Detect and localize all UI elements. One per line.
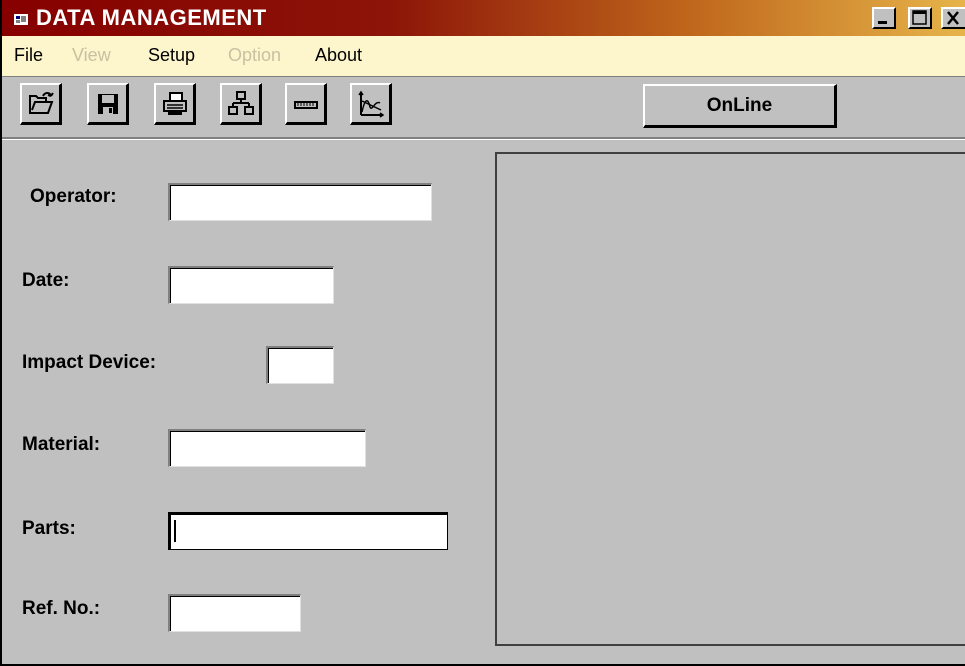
graph-icon [358,90,385,118]
title-bar[interactable]: DATA MANAGEMENT [2,0,965,36]
menu-option[interactable]: Option [228,45,281,66]
ref-no-label: Ref. No.: [22,598,101,619]
operator-label: Operator: [30,186,117,207]
minimize-button[interactable] [872,7,896,29]
date-label: Date: [22,270,70,291]
app-window: DATA MANAGEMENT File View Setup Option A… [0,0,965,666]
material-label: Material: [22,434,101,455]
online-button[interactable]: OnLine [643,84,837,128]
menu-about[interactable]: About [315,45,362,66]
close-button[interactable] [941,7,965,29]
minimize-icon [878,21,887,24]
ref-no-input[interactable] [168,594,301,632]
maximize-button[interactable] [908,7,932,29]
save-button[interactable] [87,83,129,125]
parts-label: Parts: [22,518,76,539]
graph-button[interactable] [350,83,392,125]
save-disk-icon [98,94,118,114]
printer-icon [163,92,187,115]
operator-input[interactable] [168,183,432,221]
menu-setup[interactable]: Setup [148,45,195,66]
window-title: DATA MANAGEMENT [36,5,267,30]
ruler-icon [294,101,318,109]
menu-view[interactable]: View [72,45,111,66]
material-input[interactable] [168,429,366,467]
toolbar-divider [2,137,965,140]
impact-device-label: Impact Device: [22,352,157,373]
display-panel [495,152,965,646]
menu-file[interactable]: File [14,45,43,66]
open-folder-icon [29,92,54,114]
parts-input[interactable] [168,512,448,550]
impact-device-input[interactable] [266,346,334,384]
toolbar: OnLine [2,77,965,137]
maximize-icon [912,10,927,25]
open-button[interactable] [20,83,62,125]
network-button[interactable] [220,83,262,125]
print-button[interactable] [154,83,196,125]
close-icon [947,11,959,25]
date-input[interactable] [168,266,334,304]
app-icon [14,14,28,25]
ruler-button[interactable] [285,83,327,125]
menu-bar: File View Setup Option About [2,36,965,77]
network-tree-icon [228,91,254,115]
